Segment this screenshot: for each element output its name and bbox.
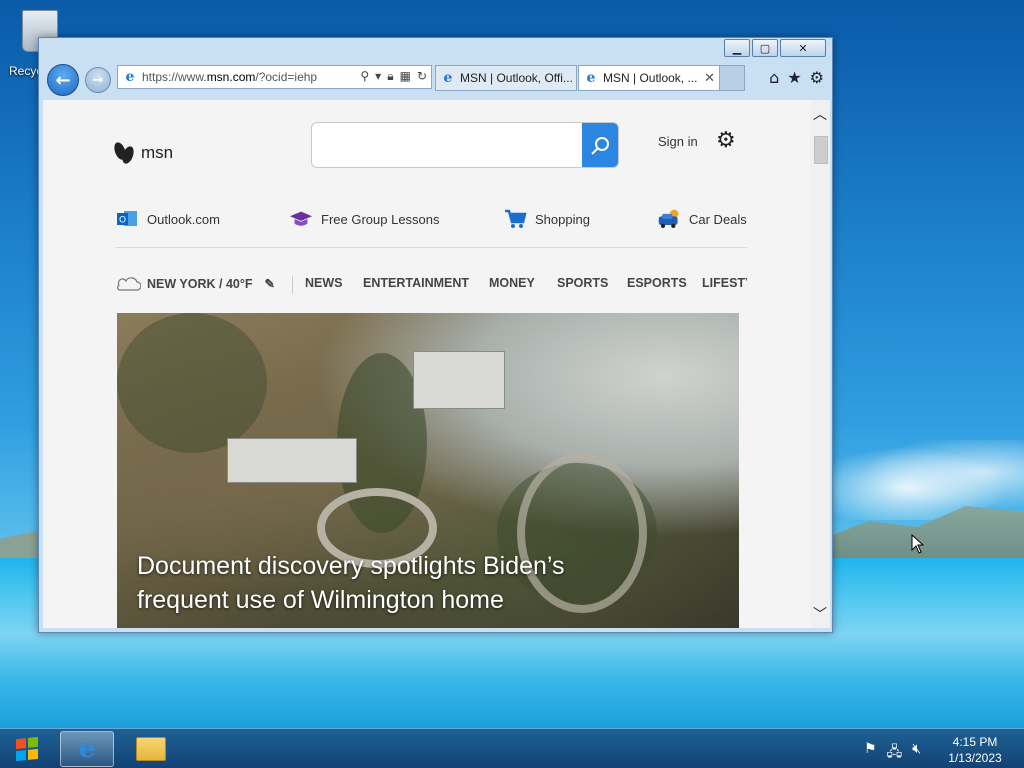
forward-button[interactable]: → (85, 67, 111, 93)
nav-esports[interactable]: ESPORTS (627, 276, 687, 290)
volume-muted-icon[interactable]: 🔇︎ (912, 741, 921, 765)
clock[interactable]: 4:15 PM 1/13/2023 (940, 734, 1010, 766)
taskbar-internet-explorer[interactable]: e (60, 731, 114, 767)
browser-window: ▁ ▢ ✕ ← → e https://www.msn.com/?ocid=ie… (38, 37, 833, 633)
quick-link-label: Free Group Lessons (321, 211, 440, 227)
quick-link-group-lessons[interactable]: Free Group Lessons (289, 208, 440, 230)
msn-butterfly-icon (115, 140, 135, 166)
start-button[interactable] (8, 733, 46, 765)
compat-view-icon[interactable]: ▦ (400, 69, 411, 84)
minimize-button[interactable]: ▁ (724, 39, 750, 57)
tab-label: MSN | Outlook, Offi... (460, 71, 572, 85)
close-button[interactable]: ✕ (780, 39, 826, 57)
nav-sports[interactable]: SPORTS (557, 276, 608, 290)
network-icon[interactable]: 🖧︎ (887, 741, 903, 765)
tools-gear-icon[interactable]: ⚙ (810, 68, 824, 87)
edit-pencil-icon[interactable]: ✎ (264, 276, 274, 291)
search-icon (591, 137, 609, 155)
system-tray: ⚑ 🖧︎ 🔇︎ (864, 741, 921, 765)
hero-house (413, 351, 505, 409)
quick-link-label: Outlook.com (147, 211, 220, 227)
quick-link-car-deals[interactable]: Car Deals (657, 208, 747, 230)
desktop-clouds (830, 440, 1024, 520)
quick-link-label: Car Deals (689, 211, 747, 227)
quick-links: O Outlook.com Free Group Lessons Shoppin… (115, 208, 747, 238)
dropdown-icon[interactable]: ▾ (375, 69, 381, 84)
taskbar-file-explorer[interactable] (124, 731, 178, 767)
windows-logo-icon (16, 736, 38, 762)
tab-msn-1[interactable]: e MSN | Outlook, Offi... (435, 65, 577, 91)
cloud-icon (117, 276, 141, 291)
vertical-scrollbar[interactable]: ︿ ﹀ (810, 100, 830, 628)
tab-msn-2[interactable]: e MSN | Outlook, ... ✕ (578, 65, 720, 91)
window-controls: ▁ ▢ ✕ (724, 39, 826, 57)
url-text[interactable]: https://www.msn.com/?ocid=iehp (142, 70, 317, 84)
outlook-icon: O (115, 208, 139, 230)
tab-close-icon[interactable]: ✕ (704, 70, 715, 86)
sign-in-link[interactable]: Sign in (658, 134, 698, 149)
weather-widget[interactable]: NEW YORK / 40°F ✎ (115, 276, 275, 291)
settings-gear-icon[interactable]: ⚙ (716, 128, 736, 153)
quick-link-label: Shopping (535, 211, 590, 227)
maximize-button[interactable]: ▢ (752, 39, 778, 57)
scroll-down-icon[interactable]: ﹀ (813, 604, 827, 624)
weather-text: NEW YORK / 40°F (147, 276, 253, 291)
clock-time: 4:15 PM (952, 735, 998, 749)
arrow-right-icon: → (92, 72, 104, 88)
new-tab-button[interactable] (719, 65, 745, 91)
msn-logo[interactable]: msn (115, 140, 173, 166)
taskbar: e ⚑ 🖧︎ 🔇︎ 4:15 PM 1/13/2023 (0, 728, 1024, 768)
toolbar-icons: ⌂ ★ ⚙ (769, 68, 824, 87)
hero-house (227, 438, 357, 483)
ie-tab-icon: e (443, 70, 453, 86)
scroll-up-icon[interactable]: ︿ (813, 104, 827, 124)
clock-date: 1/13/2023 (948, 751, 1002, 765)
nav-entertainment[interactable]: ENTERTAINMENT (363, 276, 469, 290)
nav-news[interactable]: NEWS (305, 276, 343, 290)
hero-trees (117, 313, 267, 453)
hero-article[interactable]: Document discovery spotlights Biden’s fr… (117, 313, 739, 628)
quick-link-shopping[interactable]: Shopping (503, 208, 590, 230)
msn-logo-text: msn (141, 143, 174, 162)
svg-text:O: O (119, 216, 126, 226)
quick-link-outlook[interactable]: O Outlook.com (115, 208, 220, 230)
tab-label: MSN | Outlook, ... (603, 71, 698, 85)
nav-lifestyle[interactable]: LIFESTY (702, 276, 747, 290)
category-separator (292, 276, 293, 294)
internet-explorer-icon: e (78, 734, 96, 764)
search-icon[interactable]: ⚲ (360, 69, 369, 84)
navigation-bar: ← → e https://www.msn.com/?ocid=iehp ⚲ ▾… (43, 62, 828, 96)
refresh-icon[interactable]: ↻ (417, 69, 427, 84)
desktop-hills-left (0, 530, 40, 560)
graduation-cap-icon (289, 208, 313, 230)
nav-money[interactable]: MONEY (489, 276, 535, 290)
car-icon (657, 208, 681, 230)
search-button[interactable] (582, 123, 618, 167)
section-divider (115, 247, 747, 248)
favorites-star-icon[interactable]: ★ (787, 68, 801, 87)
address-bar-icons: ⚲ ▾ 🔒︎ ▦ ↻ (360, 69, 427, 84)
cart-icon (503, 208, 527, 230)
scroll-thumb[interactable] (814, 136, 828, 164)
address-bar[interactable]: e https://www.msn.com/?ocid=iehp ⚲ ▾ 🔒︎ … (117, 65, 432, 89)
ie-page-icon: e (125, 69, 135, 85)
search-input[interactable] (311, 122, 619, 168)
action-center-flag-icon[interactable]: ⚑ (864, 741, 877, 765)
lock-icon[interactable]: 🔒︎ (387, 69, 393, 84)
home-icon[interactable]: ⌂ (769, 68, 779, 87)
ie-tab-icon: e (586, 70, 596, 86)
arrow-left-icon: ← (55, 69, 71, 91)
mouse-cursor-icon (911, 534, 925, 554)
back-button[interactable]: ← (47, 64, 79, 96)
category-nav: NEW YORK / 40°F ✎ NEWS ENTERTAINMENT MON… (115, 276, 747, 296)
page-content: msn Sign in ⚙ O Outlook.com Free Group L… (43, 100, 810, 628)
folder-icon (136, 737, 166, 761)
hero-headline[interactable]: Document discovery spotlights Biden’s fr… (137, 549, 697, 617)
